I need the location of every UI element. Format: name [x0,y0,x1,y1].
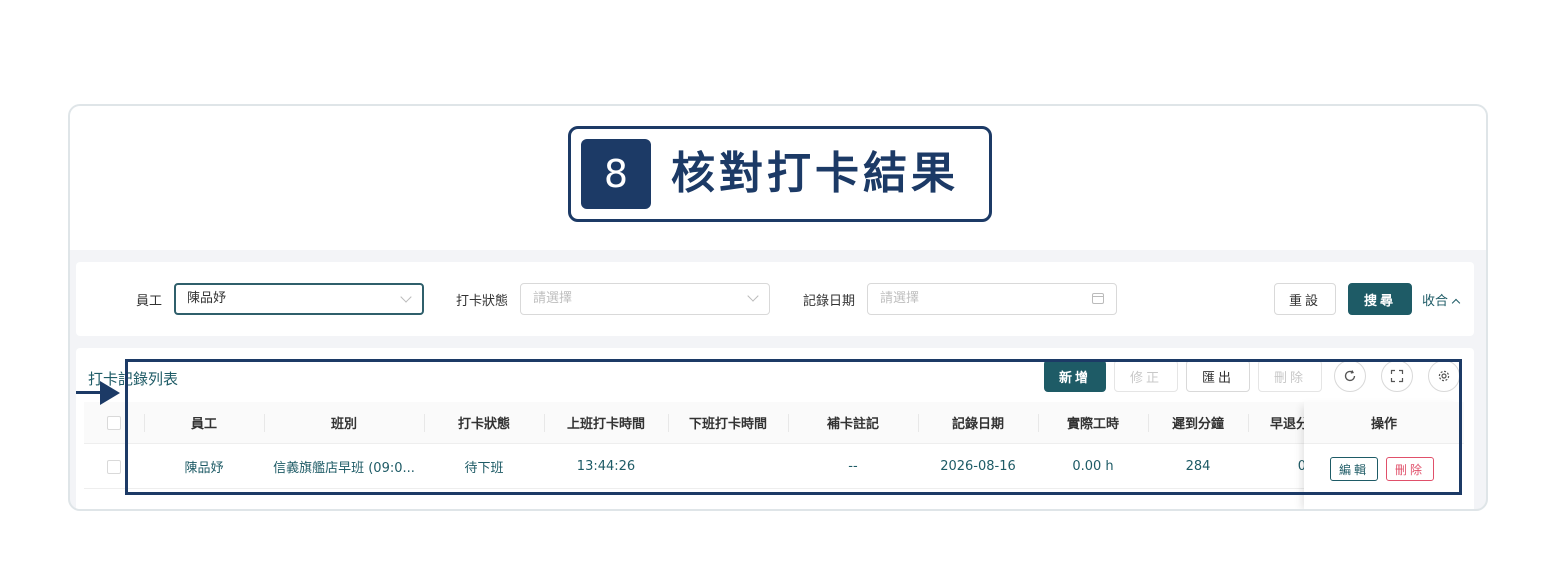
row-delete-button[interactable]: 刪除 [1386,457,1434,481]
fullscreen-button[interactable] [1381,360,1413,392]
annotation-arrow-icon [76,391,102,394]
search-button[interactable]: 搜尋 [1348,283,1412,315]
cell-shift: 信義旗艦店早班 (09:0... [273,461,415,476]
cell-date: 2026-08-16 [940,459,1016,474]
col-clock-out[interactable]: 下班打卡時間 [668,402,788,443]
cell-late: 284 [1185,459,1211,474]
employee-label: 員工 [136,294,163,309]
collapse-toggle[interactable]: 收合 [1422,290,1461,309]
cell-hours: 0.00 h [1072,459,1114,474]
col-employee[interactable]: 員工 [144,402,264,443]
cell-note: -- [848,459,858,474]
delete-toolbar-button[interactable]: 刪除 [1258,360,1322,392]
settings-button[interactable] [1428,360,1460,392]
employee-select-value: 陳品妤 [187,291,227,306]
status-label: 打卡狀態 [456,294,509,309]
date-picker[interactable]: 請選擇 [867,283,1117,315]
gear-icon [1438,370,1450,382]
step-heading: 8 核對打卡結果 [568,126,992,222]
actions-column: 操作 編輯 刪除 [1304,402,1464,509]
records-panel: 打卡記錄列表 新增 修正 匯出 刪除 員工 班別 打卡狀態 上班打卡時間 下班打… [76,348,1474,509]
col-status[interactable]: 打卡狀態 [424,402,544,443]
step-banner: 8 核對打卡結果 [70,106,1486,250]
refresh-button[interactable] [1334,360,1366,392]
filter-bar: 員工 陳品妤 打卡狀態 請選擇 記錄日期 請選擇 重設 搜尋 收合 [76,262,1474,336]
step-number-badge: 8 [581,139,651,209]
edit-toolbar-button[interactable]: 修正 [1114,360,1178,392]
col-date[interactable]: 記錄日期 [918,402,1038,443]
add-button[interactable]: 新增 [1044,360,1106,392]
chevron-down-icon [747,290,759,302]
row-select-cell [84,445,144,488]
col-clock-in[interactable]: 上班打卡時間 [544,402,668,443]
cell-clock-in: 13:44:26 [576,459,636,474]
annotation-arrow-head-icon [100,381,120,405]
cell-employee: 陳品妤 [184,461,224,476]
cell-clock-out [668,445,788,488]
col-actions: 操作 [1304,402,1464,444]
refresh-icon [1344,370,1356,382]
select-all-cell [84,402,144,443]
step-title: 核對打卡結果 [671,148,959,199]
status-select[interactable]: 請選擇 [520,283,770,315]
reset-button[interactable]: 重設 [1274,283,1336,315]
calendar-icon [1092,293,1104,304]
employee-select[interactable]: 陳品妤 [174,283,424,315]
tutorial-card: 8 核對打卡結果 員工 陳品妤 打卡狀態 請選擇 記錄日期 請選擇 重設 搜尋 … [68,104,1488,511]
date-picker-placeholder: 請選擇 [880,291,920,306]
chevron-up-icon [1451,298,1461,308]
table-header: 員工 班別 打卡狀態 上班打卡時間 下班打卡時間 補卡註記 記錄日期 實際工時 … [84,402,1464,444]
cell-early: 0 [1297,459,1306,474]
fullscreen-icon [1390,369,1404,383]
row-checkbox[interactable] [107,459,121,474]
select-all-checkbox[interactable] [107,415,121,430]
export-button[interactable]: 匯出 [1186,360,1250,392]
status-select-placeholder: 請選擇 [533,291,573,306]
row-edit-button[interactable]: 編輯 [1330,457,1378,481]
cell-status: 待下班 [464,461,504,476]
col-note[interactable]: 補卡註記 [788,402,918,443]
col-shift[interactable]: 班別 [264,402,424,443]
col-hours[interactable]: 實際工時 [1038,402,1148,443]
table-row[interactable]: 陳品妤 信義旗艦店早班 (09:0... 待下班 13:44:26 -- 202… [84,445,1464,489]
col-late[interactable]: 遲到分鐘 [1148,402,1248,443]
chevron-down-icon [400,291,412,303]
date-label: 記錄日期 [803,294,856,309]
collapse-label: 收合 [1422,294,1449,309]
